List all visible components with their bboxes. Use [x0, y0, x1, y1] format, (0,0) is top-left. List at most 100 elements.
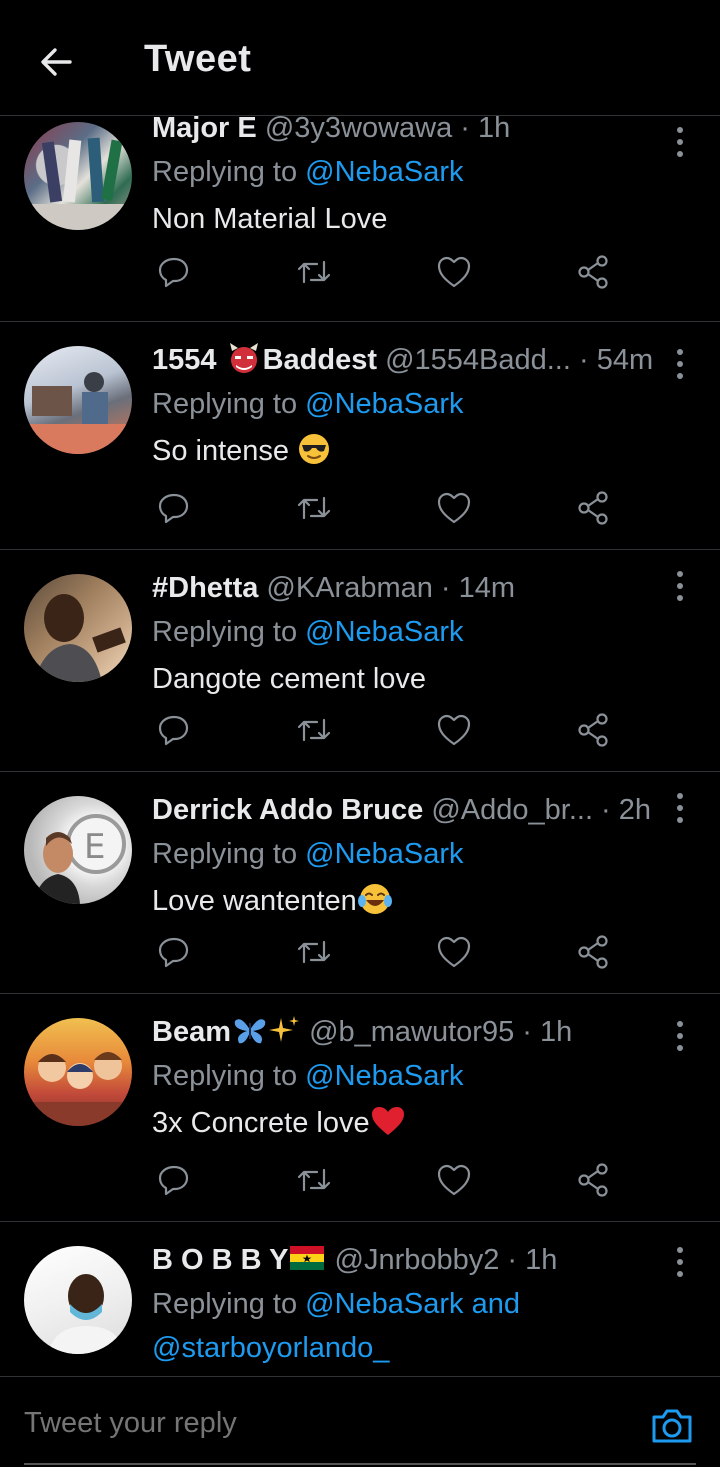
more-vertical-icon: [677, 571, 683, 577]
share-button[interactable]: [572, 932, 616, 972]
timestamp: 1h: [478, 116, 511, 144]
display-name[interactable]: #Dhetta: [152, 572, 258, 604]
share-button[interactable]: [572, 252, 616, 292]
more-options-button[interactable]: [668, 122, 692, 162]
camera-button[interactable]: [650, 1405, 694, 1445]
sunglasses-emoji-icon: [299, 434, 330, 465]
tweet-item[interactable]: #Dhetta @KArabman · 14m Replying to @Neb…: [0, 550, 720, 772]
share-icon: [578, 255, 608, 289]
separator-dot: ·: [570, 344, 597, 376]
user-handle: @3y3wowawa: [264, 116, 453, 144]
avatar[interactable]: [24, 122, 132, 230]
user-handle: @1554Badd...: [385, 344, 571, 376]
display-name[interactable]: 1554 Baddest: [152, 343, 377, 376]
tweet-item[interactable]: 1554 Baddest @1554Badd... · 54m Replying…: [0, 322, 720, 550]
tweet-item[interactable]: Major E @3y3wowawa · 1h Replying to @Neb…: [0, 116, 720, 322]
share-button[interactable]: [572, 710, 616, 750]
reply-icon: [158, 715, 189, 746]
more-vertical-icon: [677, 349, 683, 355]
retweet-icon: [297, 260, 331, 284]
top-bar: Tweet: [0, 0, 720, 116]
more-vertical-icon: [677, 1021, 683, 1027]
timestamp: 14m: [458, 572, 516, 604]
sparkles-emoji-icon: [269, 1016, 299, 1043]
ogre-emoji-icon: [229, 343, 258, 374]
red-heart-emoji-icon: [371, 1107, 404, 1136]
user-handle: @KArabman: [266, 572, 433, 604]
more-options-button[interactable]: [668, 1242, 692, 1282]
share-icon: [578, 491, 608, 525]
retweet-button[interactable]: [292, 252, 336, 292]
back-button[interactable]: [30, 38, 82, 86]
timestamp: 1h: [525, 1244, 558, 1276]
more-options-button[interactable]: [668, 566, 692, 606]
mention-link[interactable]: @NebaSark: [305, 838, 463, 870]
mention-link[interactable]: @NebaSark: [305, 616, 463, 648]
replying-to-label: Replying to: [152, 1060, 306, 1092]
mention-link[interactable]: @NebaSark: [305, 1060, 463, 1092]
mention-link[interactable]: @NebaSark: [305, 388, 463, 420]
display-name[interactable]: B O B B Y: [152, 1244, 326, 1276]
like-button[interactable]: [432, 488, 476, 528]
like-button[interactable]: [432, 252, 476, 292]
share-button[interactable]: [572, 488, 616, 528]
display-name[interactable]: Derrick Addo Bruce: [152, 794, 423, 826]
more-options-button[interactable]: [668, 1016, 692, 1056]
tweet-item[interactable]: Beam @b_mawutor95 · 1h Replying to @Neba…: [0, 994, 720, 1222]
like-icon: [437, 1164, 471, 1196]
timestamp: 2h: [618, 794, 652, 826]
reply-button[interactable]: [152, 1160, 196, 1200]
reply-feed[interactable]: Major E @3y3wowawa · 1h Replying to @Neb…: [0, 116, 720, 1376]
reply-composer: [0, 1376, 720, 1467]
mention-link[interactable]: @NebaSark: [305, 1288, 463, 1320]
more-options-button[interactable]: [668, 788, 692, 828]
tweet-actions: [152, 252, 622, 292]
replying-to-label: Replying to: [152, 838, 306, 870]
retweet-button[interactable]: [292, 710, 336, 750]
share-icon: [578, 935, 608, 969]
more-vertical-icon: [677, 793, 683, 799]
reply-icon: [158, 1165, 189, 1196]
replying-to-label: Replying to: [152, 388, 306, 420]
tweet-text-line: 3x Concrete love: [152, 1100, 700, 1146]
avatar[interactable]: [24, 1246, 132, 1354]
tweet-item[interactable]: B O B B Y @Jnrbobby2 · 1h Replying to @N…: [0, 1222, 720, 1376]
like-button[interactable]: [432, 1160, 476, 1200]
retweet-icon: [297, 718, 331, 742]
avatar[interactable]: E: [24, 796, 132, 904]
back-arrow-icon: [41, 48, 72, 76]
reply-button[interactable]: [152, 252, 196, 292]
like-icon: [437, 492, 471, 524]
separator-dot: ·: [432, 572, 459, 604]
separator-dot: ·: [514, 1016, 540, 1048]
more-options-button[interactable]: [668, 344, 692, 384]
share-button[interactable]: [572, 1160, 616, 1200]
reply-input[interactable]: [24, 1407, 604, 1440]
display-name[interactable]: Beam: [152, 1016, 301, 1048]
mention-link[interactable]: @NebaSark: [305, 156, 463, 188]
like-button[interactable]: [432, 710, 476, 750]
reply-icon: [158, 257, 189, 288]
replying-to-label: Replying to: [152, 1288, 306, 1320]
gesture-bar: [24, 1463, 696, 1465]
reply-button[interactable]: [152, 932, 196, 972]
reply-icon: [158, 493, 189, 524]
retweet-button[interactable]: [292, 1160, 336, 1200]
tweet-item[interactable]: E Derrick Addo Bruce @Addo_br... · 2h Re…: [0, 772, 720, 994]
avatar[interactable]: [24, 1018, 132, 1126]
avatar[interactable]: [24, 574, 132, 682]
tweet-text: Dangote cement love: [152, 663, 427, 695]
avatar[interactable]: [24, 346, 132, 454]
like-button[interactable]: [432, 932, 476, 972]
reply-button[interactable]: [152, 710, 196, 750]
separator-dot: ·: [452, 116, 479, 144]
replying-to-label: Replying to: [152, 616, 306, 648]
timestamp: 54m: [596, 344, 654, 376]
retweet-button[interactable]: [292, 932, 336, 972]
user-handle: @b_mawutor95: [309, 1016, 515, 1048]
reply-button[interactable]: [152, 488, 196, 528]
display-name[interactable]: Major E: [152, 116, 257, 144]
mention-link[interactable]: @starboyorlando_: [152, 1332, 389, 1364]
retweet-button[interactable]: [292, 488, 336, 528]
page-title: Tweet: [144, 38, 252, 80]
